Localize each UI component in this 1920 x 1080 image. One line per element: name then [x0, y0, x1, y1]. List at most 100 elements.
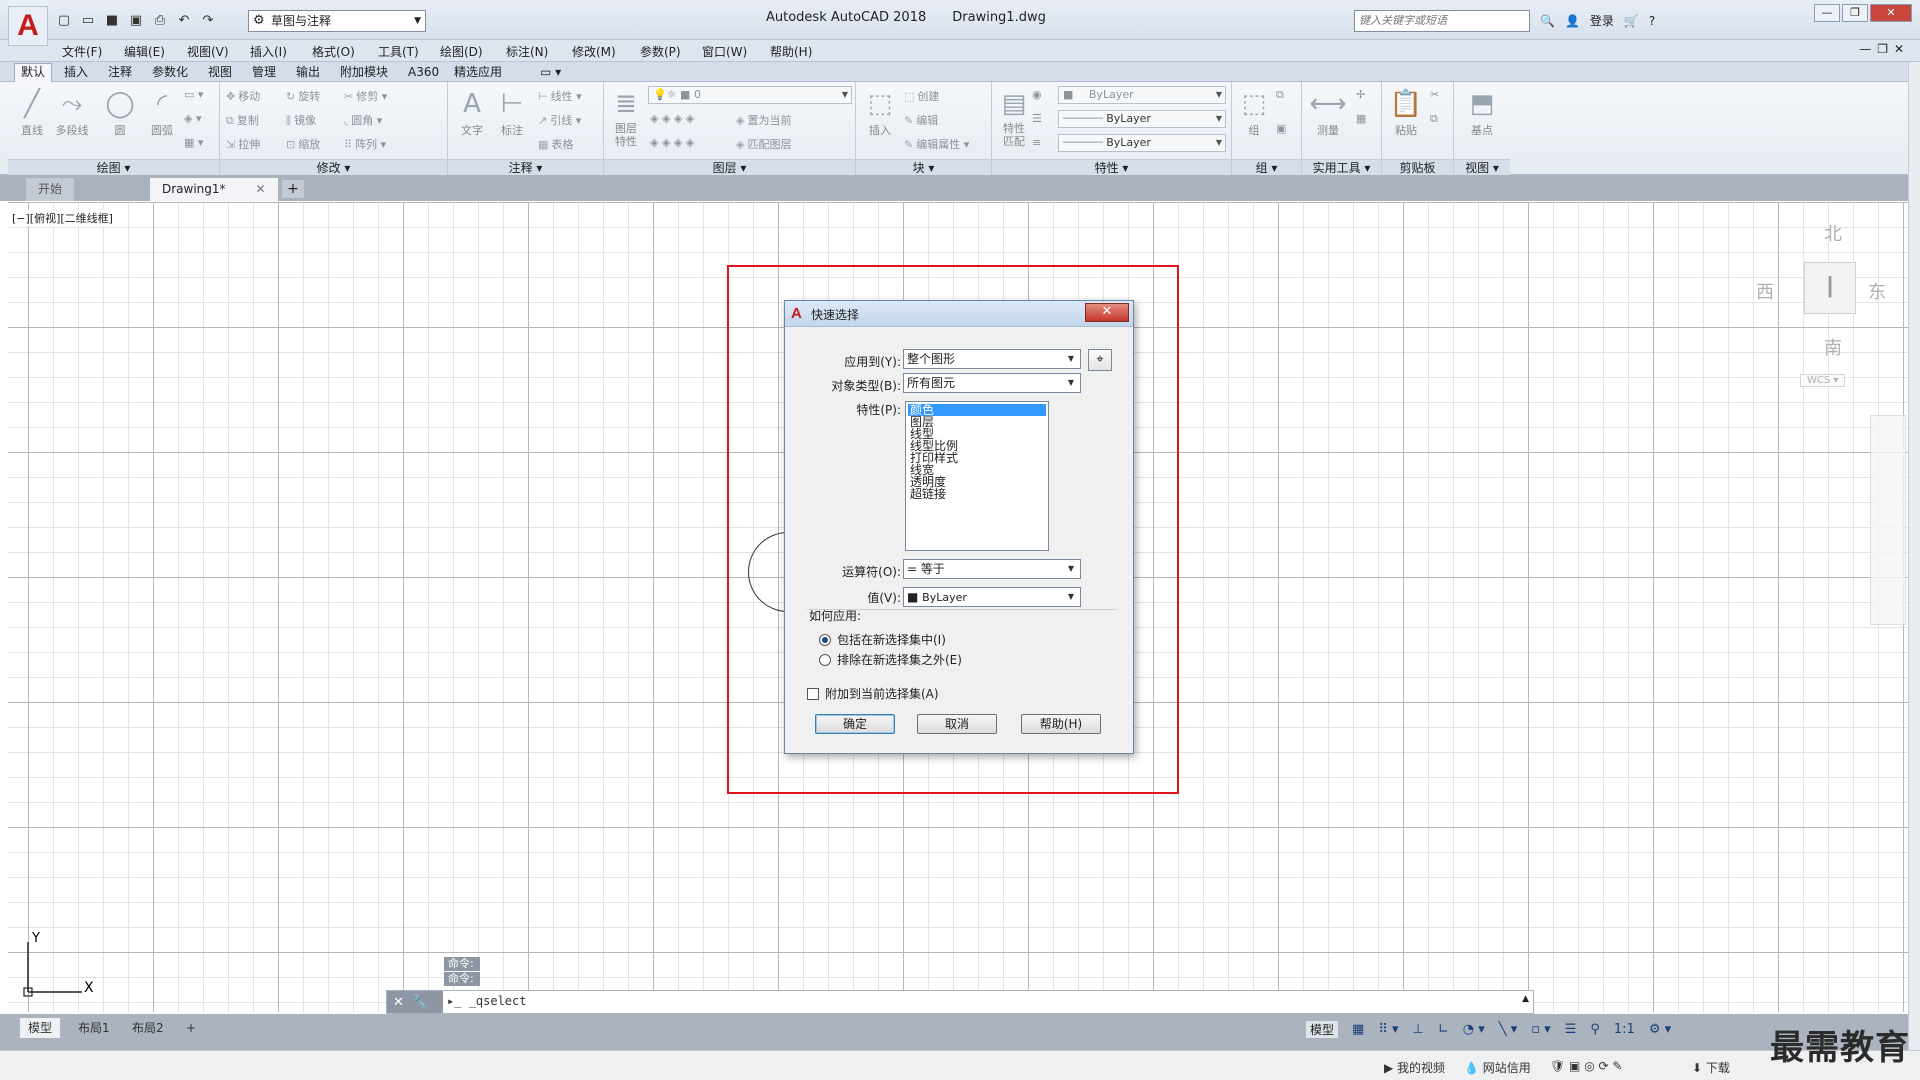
new-file-icon[interactable]: ▢	[54, 11, 74, 31]
plot-icon[interactable]: ⎙	[150, 11, 170, 31]
ortho-icon[interactable]: ∟	[1438, 1022, 1449, 1037]
menu-help[interactable]: 帮助(H)	[770, 43, 812, 60]
match-properties-button[interactable]: ▤ 特性匹配	[994, 86, 1034, 148]
mirror-button[interactable]: ⫼ 镜像	[286, 112, 316, 128]
tab-view[interactable]: 视图	[202, 64, 238, 82]
dimension-button[interactable]: ⊢ 标注	[492, 86, 532, 138]
point-icon[interactable]: ✢	[1356, 88, 1365, 101]
insert-block-button[interactable]: ⬚ 插入	[860, 86, 900, 138]
tab-default[interactable]: 默认	[14, 63, 53, 83]
copy-button[interactable]: ⧉ 复制	[226, 112, 259, 128]
edit-attribute-button[interactable]: ✎ 编辑属性 ▾	[904, 136, 969, 152]
redo-icon[interactable]: ↷	[198, 11, 218, 31]
tab-drawing1[interactable]: Drawing1* ✕	[150, 178, 278, 201]
layer-dropdown[interactable]: 💡☼ ■ 0 ▼	[648, 86, 852, 104]
group-button[interactable]: ⬚ 组	[1234, 86, 1274, 138]
tab-insert[interactable]: 插入	[58, 64, 94, 82]
new-tab-button[interactable]: +	[282, 180, 304, 198]
layer-properties-button[interactable]: ≣ 图层特性	[606, 86, 646, 148]
tab-start[interactable]: 开始	[26, 178, 75, 201]
download-link[interactable]: ⬇ 下载	[1692, 1059, 1730, 1076]
lineweight-dropdown[interactable]: ────── ByLayer ▼	[1058, 134, 1226, 152]
append-checkbox[interactable]: 附加到当前选择集(A)	[807, 685, 939, 702]
leader-button[interactable]: ↗ 引线 ▾	[538, 112, 581, 128]
hatch-icon[interactable]: ◈ ▾	[184, 112, 201, 125]
navigation-bar[interactable]	[1870, 415, 1906, 625]
object-type-dropdown[interactable]: 所有图元 ▼	[903, 373, 1081, 393]
linear-button[interactable]: ⊢ 线性 ▾	[538, 88, 582, 104]
fillet-button[interactable]: ◟ 圆角 ▾	[344, 112, 382, 128]
dialog-title-bar[interactable]: A 快速选择 ✕	[785, 301, 1133, 327]
menu-view[interactable]: 视图(V)	[187, 43, 229, 60]
circle-button[interactable]: ◯ 圆	[100, 86, 140, 138]
maximize-button[interactable]: ❐	[1842, 4, 1868, 22]
isodraft-icon[interactable]: ╲ ▾	[1499, 1022, 1517, 1037]
include-radio[interactable]: 包括在新选择集中(I)	[819, 631, 946, 648]
minimize-button[interactable]: —	[1814, 4, 1840, 22]
menu-dimension[interactable]: 标注(N)	[506, 43, 548, 60]
panel-block-title[interactable]: 块 ▾	[856, 159, 991, 175]
linetype-icon[interactable]: ☰	[1032, 112, 1042, 125]
tab-layout2[interactable]: 布局2	[124, 1018, 172, 1038]
binoculars-icon[interactable]: 🔍	[1540, 14, 1555, 28]
panel-groups-title[interactable]: 组 ▾	[1232, 159, 1301, 175]
edit-block-button[interactable]: ✎ 编辑	[904, 112, 938, 128]
mdi-window-controls[interactable]: —❐✕	[1859, 42, 1910, 56]
close-icon[interactable]: ✕	[256, 182, 266, 196]
lineweight-toggle-icon[interactable]: ☰	[1565, 1022, 1577, 1037]
stretch-button[interactable]: ⇲ 拉伸	[226, 136, 260, 152]
annotation-scale-icon[interactable]: ⚲	[1590, 1022, 1600, 1037]
color-dropdown[interactable]: ■ ByLayer ▼	[1058, 86, 1226, 104]
viewcube-west[interactable]: 西	[1756, 278, 1774, 304]
command-input[interactable]: ▸_ _qselect	[447, 994, 526, 1008]
rectangle-icon[interactable]: ▭ ▾	[184, 88, 203, 101]
help-button[interactable]: 帮助(H)	[1021, 714, 1101, 734]
close-icon[interactable]: ✕	[393, 995, 404, 1010]
apply-to-dropdown[interactable]: 整个图形 ▼	[903, 349, 1081, 369]
settings-icon[interactable]: ⚙ ▾	[1649, 1022, 1671, 1037]
viewcube-south[interactable]: 南	[1824, 334, 1842, 360]
ok-button[interactable]: 确定	[815, 714, 895, 734]
tab-a360[interactable]: A360	[402, 64, 445, 82]
layer-tools-2-icon[interactable]: ◈ ◈ ◈ ◈	[650, 136, 694, 149]
scale-value[interactable]: 1:1	[1614, 1022, 1635, 1037]
menu-parametric[interactable]: 参数(P)	[640, 43, 681, 60]
dialog-close-button[interactable]: ✕	[1085, 303, 1129, 322]
polyline-button[interactable]: ⤳ 多段线	[52, 86, 92, 138]
viewport-controls[interactable]: [−][俯视][二维线框]	[10, 210, 115, 226]
select-objects-button[interactable]: ⌖	[1088, 349, 1112, 371]
tab-output[interactable]: 输出	[290, 64, 326, 82]
create-block-button[interactable]: ⬚ 创建	[904, 88, 939, 104]
panel-properties-title[interactable]: 特性 ▾	[992, 159, 1231, 175]
tab-addins[interactable]: 附加模块	[334, 64, 394, 82]
panel-modify-title[interactable]: 修改 ▾	[220, 159, 447, 175]
ungroup-icon[interactable]: ⧉	[1276, 88, 1284, 102]
copy-clip-icon[interactable]: ⧉	[1430, 112, 1438, 126]
snap-icon[interactable]: ⠿ ▾	[1378, 1022, 1398, 1037]
panel-draw-title[interactable]: 绘图 ▾	[8, 159, 219, 175]
tab-parametric[interactable]: 参数化	[146, 64, 194, 82]
menu-window[interactable]: 窗口(W)	[702, 43, 747, 60]
close-button[interactable]: ✕	[1870, 4, 1912, 22]
match-layer-button[interactable]: ◈ 匹配图层	[736, 136, 791, 152]
chevron-up-icon[interactable]: ▲	[1522, 994, 1529, 1004]
menu-modify[interactable]: 修改(M)	[572, 43, 616, 60]
wcs-menu[interactable]: WCS ▾	[1800, 374, 1846, 387]
text-button[interactable]: A 文字	[452, 86, 492, 138]
undo-icon[interactable]: ↶	[174, 11, 194, 31]
tab-manage[interactable]: 管理	[246, 64, 282, 82]
viewcube-north[interactable]: 北	[1824, 220, 1842, 246]
panel-annotation-title[interactable]: 注释 ▾	[448, 159, 603, 175]
ribbon-options-icon[interactable]: ▭ ▾	[534, 64, 567, 82]
viewcube-top-face[interactable]: ┃	[1804, 262, 1856, 314]
panel-utilities-title[interactable]: 实用工具 ▾	[1302, 159, 1381, 175]
infer-icon[interactable]: ⊥	[1413, 1022, 1424, 1037]
tab-layout1[interactable]: 布局1	[70, 1018, 118, 1038]
grid-icon[interactable]: ▦	[1352, 1022, 1364, 1037]
cancel-button[interactable]: 取消	[917, 714, 997, 734]
arc-button[interactable]: ◜ 圆弧	[142, 86, 182, 138]
linetype-dropdown[interactable]: ────── ByLayer ▼	[1058, 110, 1226, 128]
value-dropdown[interactable]: ■ ByLayer ▼	[903, 587, 1081, 607]
list-item[interactable]: 超链接	[908, 488, 1046, 500]
menu-file[interactable]: 文件(F)	[62, 43, 102, 60]
